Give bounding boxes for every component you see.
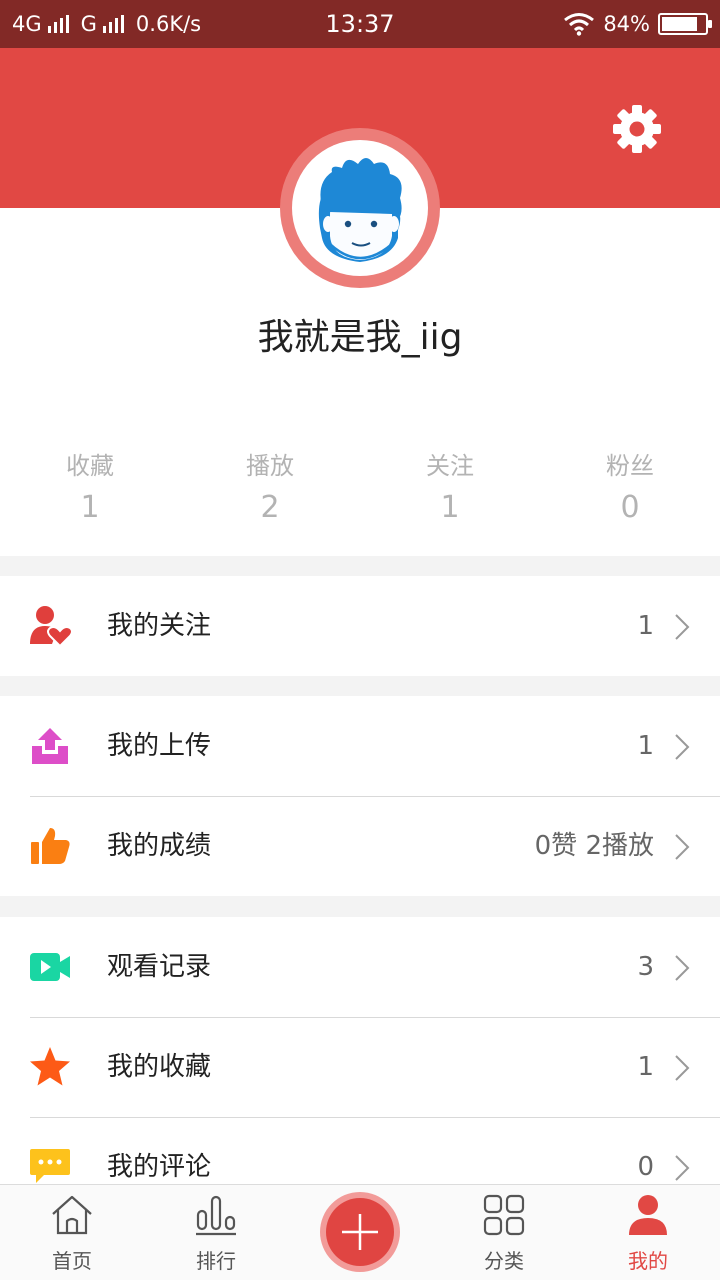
menu-group-3: 观看记录 3 我的收藏 1 我的评论 0 <box>0 917 720 1184</box>
menu-row-my-scores[interactable]: 我的成绩 0赞 2播放 <box>0 796 720 896</box>
stat-value: 1 <box>440 490 460 525</box>
status-right: 84% <box>563 0 712 48</box>
upload-icon <box>32 728 68 764</box>
battery-icon <box>658 13 712 35</box>
battery-percent: 84% <box>603 12 650 36</box>
ranking-icon <box>196 1195 236 1236</box>
row-label: 观看记录 <box>107 952 212 982</box>
plus-icon <box>342 1214 378 1250</box>
username: 我就是我_iig <box>257 317 463 358</box>
add-button-inner <box>326 1198 394 1266</box>
stat-label: 粉丝 <box>606 452 654 480</box>
tab-label: 排行 <box>196 1249 236 1273</box>
chevron-right-icon <box>675 834 690 860</box>
tab-mine[interactable]: 我的 <box>576 1185 720 1280</box>
stat-label: 播放 <box>246 452 294 480</box>
tab-label: 首页 <box>52 1249 92 1273</box>
add-button[interactable] <box>320 1192 400 1272</box>
stats-row: 收藏 1 播放 2 关注 1 粉丝 0 <box>0 448 720 530</box>
follow-heart-icon <box>30 606 72 648</box>
row-value: 1 <box>637 611 654 641</box>
tab-categories[interactable]: 分类 <box>432 1185 576 1280</box>
chevron-right-icon <box>675 734 690 760</box>
stat-label: 关注 <box>426 452 474 480</box>
battery-fill <box>662 17 698 31</box>
stat-value: 0 <box>620 490 640 525</box>
row-value: 3 <box>637 952 654 982</box>
row-label: 我的收藏 <box>107 1052 212 1082</box>
video-camera-icon <box>30 953 70 981</box>
row-value: 1 <box>637 731 654 761</box>
chevron-right-icon <box>675 614 690 640</box>
row-label: 我的评论 <box>107 1152 212 1182</box>
tab-label: 我的 <box>628 1249 668 1273</box>
row-label: 我的上传 <box>107 731 212 761</box>
menu-group-1: 我的关注 1 <box>0 576 720 676</box>
menu-row-my-uploads[interactable]: 我的上传 1 <box>0 696 720 796</box>
menu-row-my-comments[interactable]: 我的评论 0 <box>0 1117 720 1184</box>
stat-value: 2 <box>260 490 280 525</box>
avatar[interactable] <box>292 140 428 276</box>
row-value: 0赞 2播放 <box>534 831 654 861</box>
row-label: 我的关注 <box>107 611 212 641</box>
row-label: 我的成绩 <box>107 831 212 861</box>
stat-fans[interactable]: 粉丝 0 <box>540 448 720 530</box>
tab-home[interactable]: 首页 <box>0 1185 144 1280</box>
gear-icon[interactable] <box>612 104 662 154</box>
grid-icon <box>483 1194 525 1236</box>
chevron-right-icon <box>675 1055 690 1081</box>
row-value: 0 <box>637 1152 654 1182</box>
status-bar: 4G G 0.6K/s 13:37 84% <box>0 0 720 48</box>
tab-label: 分类 <box>484 1249 524 1273</box>
chevron-right-icon <box>675 1155 690 1181</box>
stat-plays[interactable]: 播放 2 <box>180 448 360 530</box>
thumbs-up-icon <box>31 828 70 864</box>
chevron-right-icon <box>675 955 690 981</box>
avatar-image <box>318 158 402 262</box>
home-icon <box>52 1195 92 1235</box>
tab-ranking[interactable]: 排行 <box>144 1185 288 1280</box>
person-icon <box>629 1195 667 1235</box>
star-icon <box>30 1047 70 1086</box>
stat-value: 1 <box>80 490 100 525</box>
stat-favorites[interactable]: 收藏 1 <box>0 448 180 530</box>
wifi-icon <box>564 13 595 36</box>
comment-icon <box>30 1149 70 1183</box>
menu-row-my-favorites[interactable]: 我的收藏 1 <box>0 1017 720 1117</box>
stat-label: 收藏 <box>66 452 114 480</box>
row-value: 1 <box>637 1052 654 1082</box>
menu-group-2: 我的上传 1 我的成绩 0赞 2播放 <box>0 696 720 896</box>
menu-row-watch-history[interactable]: 观看记录 3 <box>0 917 720 1017</box>
stat-following[interactable]: 关注 1 <box>360 448 540 530</box>
menu-row-my-follows[interactable]: 我的关注 1 <box>0 576 720 676</box>
